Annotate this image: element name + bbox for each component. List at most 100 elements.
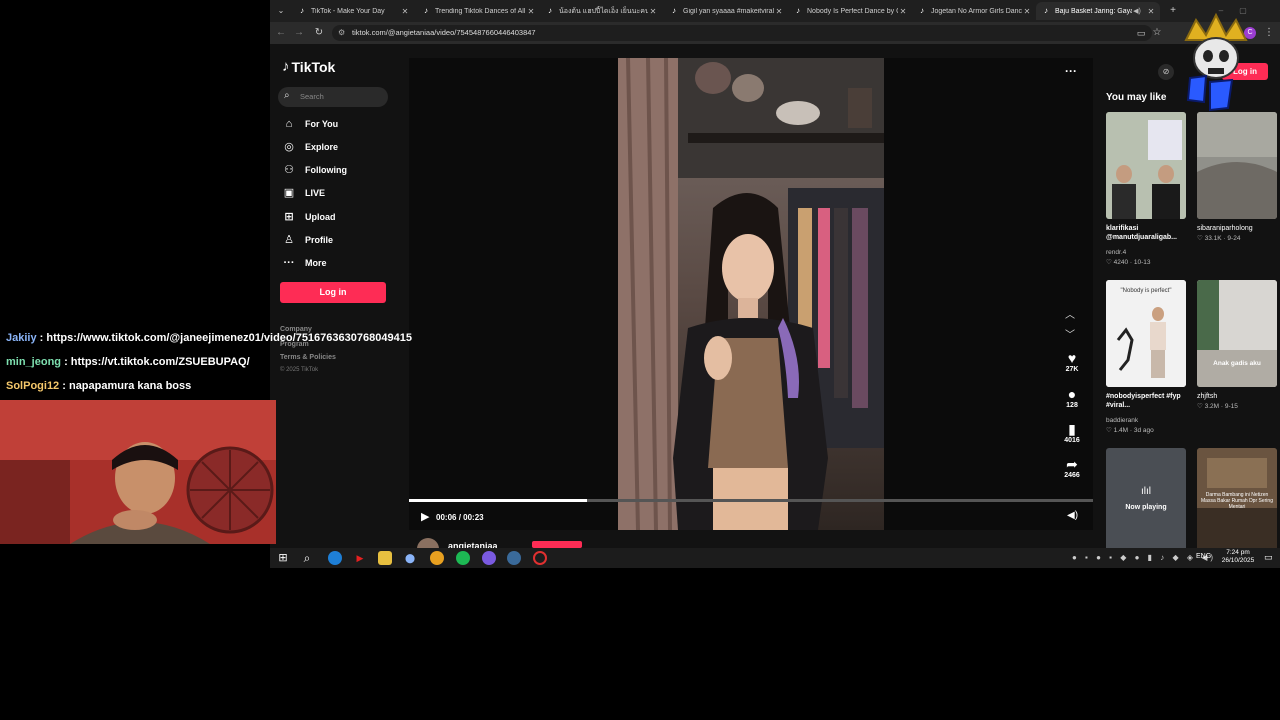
search-placeholder: Search xyxy=(300,92,324,101)
author-avatar[interactable] xyxy=(417,538,439,548)
tiktok-logo[interactable]: ♪ TikTok xyxy=(282,58,335,75)
close-icon[interactable]: ✕ xyxy=(1022,7,1032,16)
play-icon[interactable]: ▶ xyxy=(421,510,429,523)
tiktok-icon: ♪ xyxy=(424,6,428,15)
webcam-image xyxy=(0,400,276,544)
url-field[interactable]: ⚙ tiktok.com/@angietaniaa/video/75454876… xyxy=(332,25,1152,41)
compass-icon: ◎ xyxy=(284,141,294,153)
app-icon[interactable] xyxy=(507,551,521,565)
spotify-icon[interactable] xyxy=(456,551,470,565)
close-icon[interactable]: ✕ xyxy=(898,7,908,16)
tab-0[interactable]: ♪ TikTok - Make Your Day ✕ xyxy=(292,2,414,20)
discord-icon[interactable] xyxy=(482,551,496,565)
nav-explore[interactable]: ◎ Explore xyxy=(282,138,338,156)
site-info-icon[interactable]: ⚙ xyxy=(338,25,345,41)
search-icon[interactable]: ⌕ xyxy=(300,551,314,565)
comment-icon: ● xyxy=(1067,386,1077,402)
search-box[interactable]: ⌕ Search xyxy=(278,87,388,107)
tab-3[interactable]: ♪ Gigil yan syaaaa #makeitviral | ✕ xyxy=(664,2,788,20)
clock[interactable]: 7:24 pm 26/10/2025 xyxy=(1215,549,1261,565)
tiktok-icon: ♪ xyxy=(796,6,800,15)
thumbnail-image xyxy=(1106,280,1186,387)
chevron-up-icon[interactable]: ︿ xyxy=(1065,306,1075,321)
close-icon[interactable]: ✕ xyxy=(648,7,658,16)
share-icon: ➦ xyxy=(1066,456,1078,472)
thumbnail-image xyxy=(1197,280,1277,387)
media-player-icon[interactable]: ▶ xyxy=(353,551,367,565)
chat-text: https://www.tiktok.com/@janeejimenez01/v… xyxy=(46,332,412,344)
close-icon[interactable]: ✕ xyxy=(526,7,536,16)
tiktok-icon: ♪ xyxy=(300,6,304,15)
progress-fill xyxy=(409,499,587,502)
windows-start-icon[interactable]: ⊞ xyxy=(276,551,290,565)
edge-icon[interactable] xyxy=(328,551,342,565)
notification-icon[interactable]: ▭ xyxy=(1264,552,1273,563)
back-icon[interactable]: ← xyxy=(274,26,288,40)
close-icon[interactable]: ✕ xyxy=(400,7,410,16)
more-options-icon[interactable]: ··· xyxy=(1065,64,1077,78)
close-icon[interactable]: ✕ xyxy=(1146,7,1156,16)
nav-live[interactable]: ▣ LIVE xyxy=(282,184,325,202)
tab-4[interactable]: ♪ Nobody Is Perfect Dance by Cr ✕ xyxy=(788,2,912,20)
close-icon[interactable]: ✕ xyxy=(774,7,784,16)
suggestion-thumb-1[interactable] xyxy=(1197,112,1277,219)
settings-icon[interactable]: ⊘ xyxy=(1158,64,1174,80)
suggestion-thumb-4[interactable]: ılıl Now playing xyxy=(1106,448,1186,548)
tab-search-icon[interactable]: ⌄ xyxy=(274,4,288,18)
bookmark-star-icon[interactable]: ☆ xyxy=(1150,26,1164,40)
menu-dots-icon[interactable]: ⋮ xyxy=(1262,26,1276,40)
video-player[interactable]: ··· ︿ ﹀ ♥ 27K ● 128 ▮ 4016 ➦ 2466 ▶ 00:0… xyxy=(409,58,1093,530)
browser-window: ⌄ ♪ TikTok - Make Your Day ✕ ♪ Trending … xyxy=(270,0,1280,548)
tab-2[interactable]: ♪ น้องต้น แฮปปี้ไดเอ็ง เย็นนะคนดอมสนุก ✕ xyxy=(540,2,662,20)
obs-icon[interactable] xyxy=(533,551,547,565)
save-button[interactable]: ▮ 4016 xyxy=(1057,421,1087,444)
reload-icon[interactable]: ↻ xyxy=(312,26,326,40)
suggestion-thumb-0[interactable] xyxy=(1106,112,1186,219)
suggestion-thumb-5[interactable]: Darma Bambang ini Netizen Massa Bakar Ru… xyxy=(1197,448,1277,548)
tiktok-icon: ♪ xyxy=(672,6,676,15)
like-button[interactable]: ♥ 27K xyxy=(1057,350,1087,373)
chat-message-2: SolPogi12 : napapamura kana boss xyxy=(6,380,192,392)
file-explorer-icon[interactable] xyxy=(378,551,392,565)
share-button[interactable]: ➦ 2466 xyxy=(1057,456,1087,479)
tab-1[interactable]: ♪ Trending Tiktok Dances of All ✕ xyxy=(416,2,540,20)
chat-username: Jakiiy xyxy=(6,332,37,344)
more-icon: ··· xyxy=(283,257,295,269)
suggestion-thumb-3[interactable]: Anak gadis aku xyxy=(1197,280,1277,387)
chevron-down-icon[interactable]: ﹀ xyxy=(1065,326,1075,341)
footer-terms-link[interactable]: Terms & Policies xyxy=(280,354,336,361)
volume-icon[interactable]: ◀) xyxy=(1067,510,1078,521)
forward-icon[interactable]: → xyxy=(292,26,306,40)
chat-username: min_jeong xyxy=(6,356,62,368)
suggestion-author-0[interactable]: rendr.4 xyxy=(1106,248,1126,257)
suggestion-caption-2[interactable]: #nobodyisperfect #fyp #viral... xyxy=(1106,392,1186,410)
suggestion-caption-0[interactable]: klarifikasi @manutdjuaraligab... xyxy=(1106,224,1186,242)
nav-more[interactable]: ··· More xyxy=(282,254,327,272)
login-button[interactable]: Log in xyxy=(280,282,386,303)
language-indicator[interactable]: ENG xyxy=(1196,553,1211,560)
tab-6[interactable]: ♪ Baju Basket Jaring: Gaya An ◀) ✕ xyxy=(1036,2,1160,20)
follow-button[interactable] xyxy=(532,541,582,548)
comment-button[interactable]: ● 128 xyxy=(1057,386,1087,409)
speaker-icon[interactable]: ◀) xyxy=(1132,7,1142,15)
nav-profile[interactable]: ♙ Profile xyxy=(282,231,333,249)
author-username[interactable]: angietaniaa xyxy=(448,541,498,548)
steam-icon[interactable]: ⬤ xyxy=(403,551,417,565)
video-frame[interactable] xyxy=(618,58,884,530)
tiktok-icon: ♪ xyxy=(1044,6,1048,15)
tab-5[interactable]: ♪ Jogetan No Armor Girls Dance ✕ xyxy=(912,2,1036,20)
progress-track[interactable] xyxy=(409,499,1093,502)
nav-upload[interactable]: ⊞ Upload xyxy=(282,208,335,226)
suggestion-author-2[interactable]: baddierank xyxy=(1106,416,1138,425)
footer-copyright: © 2025 TikTok xyxy=(280,367,319,373)
suggestion-thumb-2[interactable]: "Nobody is perfect" xyxy=(1106,280,1186,387)
suggestion-stats-1: ♡ 33.1K · 9-24 xyxy=(1197,235,1241,242)
nav-following[interactable]: ⚇ Following xyxy=(282,161,347,179)
bookmark-icon: ▮ xyxy=(1068,421,1076,437)
cast-icon[interactable]: ▭ xyxy=(1134,26,1148,40)
tray-icons[interactable]: ● ▪ ● ▪ ◆ ● ▮ ♪ ◆ ◈ ◀) xyxy=(1072,553,1216,562)
chrome-icon[interactable] xyxy=(430,551,444,565)
suggestion-caption-1[interactable]: sibaraniparholong xyxy=(1197,224,1277,233)
suggestion-caption-3[interactable]: zhjftsh xyxy=(1197,392,1277,401)
nav-for-you[interactable]: ⌂ For You xyxy=(282,115,339,133)
